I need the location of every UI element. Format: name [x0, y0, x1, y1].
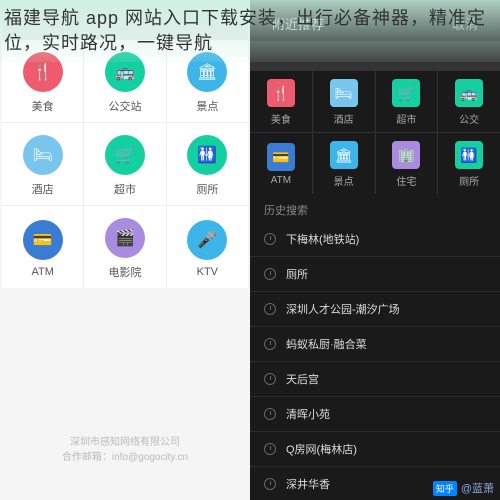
cinema-icon: 🎬 — [105, 218, 145, 258]
clock-icon — [264, 478, 276, 490]
history-title: 历史搜索 — [250, 194, 500, 222]
left-pane: 🍴美食🚌公交站🏛景点🛏酒店🛒超市🚻厕所💳ATM🎬电影院🎤KTV 深圳市感知网络有… — [0, 0, 250, 500]
zhihu-badge: 知乎 — [433, 481, 457, 496]
category-label: 景点 — [334, 173, 354, 188]
history-text: 厕所 — [286, 266, 308, 282]
toilet-icon: 🚻 — [455, 141, 483, 169]
category-label: 公交 — [459, 111, 479, 126]
category-label: 厕所 — [196, 181, 218, 197]
bus-icon: 🚌 — [455, 79, 483, 107]
food-icon: 🍴 — [267, 79, 295, 107]
category-label: 住宅 — [396, 173, 416, 188]
history-text: 下梅林(地铁站) — [286, 231, 359, 247]
category-label: ATM — [31, 266, 53, 278]
clock-icon — [264, 443, 276, 455]
category-food[interactable]: 🍴 美食 — [250, 71, 312, 132]
company-name: 深圳市感知网络有限公司 — [0, 435, 250, 450]
category-toilet[interactable]: 🚻 厕所 — [167, 123, 248, 205]
history-item[interactable]: Q房网(梅林店) — [250, 432, 500, 467]
history-text: 蚂蚁私厨·融合菜 — [286, 336, 367, 352]
sight-icon: 🏛 — [330, 141, 358, 169]
right-pane: 附近推荐 取消 🍴美食🛏酒店🛒超市🚌公交💳ATM🏛景点🏢住宅🚻厕所 历史搜索 下… — [250, 0, 500, 500]
category-hotel[interactable]: 🛏 酒店 — [313, 71, 375, 132]
category-residence[interactable]: 🏢 住宅 — [376, 133, 438, 194]
category-atm[interactable]: 💳 ATM — [250, 133, 312, 194]
contact-email: 合作邮箱：info@gogocity.cn — [0, 450, 250, 465]
category-sight[interactable]: 🏛 景点 — [313, 133, 375, 194]
clock-icon — [264, 233, 276, 245]
clock-icon — [264, 303, 276, 315]
clock-icon — [264, 268, 276, 280]
atm-icon: 💳 — [267, 143, 295, 171]
clock-icon — [264, 408, 276, 420]
footer-info: 深圳市感知网络有限公司 合作邮箱：info@gogocity.cn — [0, 435, 250, 465]
attribution: 知乎 @蓝萧 — [433, 480, 494, 496]
category-label: 超市 — [114, 181, 136, 197]
author-name: @蓝萧 — [461, 480, 494, 496]
category-market[interactable]: 🛒 超市 — [84, 123, 165, 205]
history-text: Q房网(梅林店) — [286, 441, 357, 457]
category-label: 景点 — [196, 98, 218, 114]
clock-icon — [264, 373, 276, 385]
screenshot-container: 🍴 美食 🚌 公交站 🏛 景点 🛏 酒店 🛒 超市 🚻 厕所 💳 ATM 🎬 电影院 🎤 KTV 深圳市感知网络有… — [0, 0, 500, 500]
category-atm[interactable]: 💳 ATM — [2, 206, 83, 288]
market-icon: 🛒 — [105, 135, 145, 175]
history-item[interactable]: 蚂蚁私厨·融合菜 — [250, 327, 500, 362]
history-item[interactable]: 天后宫 — [250, 362, 500, 397]
category-label: 厕所 — [459, 173, 479, 188]
category-cinema[interactable]: 🎬 电影院 — [84, 206, 165, 288]
toilet-icon: 🚻 — [187, 135, 227, 175]
history-list: 下梅林(地铁站) 厕所深圳人才公园-潮汐广场蚂蚁私厨·融合菜天后宫清晖小苑 Q房网(… — [250, 222, 500, 500]
history-text: 清晖小苑 — [286, 406, 330, 422]
category-ktv[interactable]: 🎤 KTV — [167, 206, 248, 288]
category-label: 酒店 — [32, 181, 54, 197]
history-item[interactable]: 清晖小苑 — [250, 397, 500, 432]
category-label: KTV — [197, 266, 218, 278]
category-label: 超市 — [396, 111, 416, 126]
category-hotel[interactable]: 🛏 酒店 — [2, 123, 83, 205]
residence-icon: 🏢 — [392, 141, 420, 169]
category-label: 酒店 — [334, 111, 354, 126]
hotel-icon: 🛏 — [23, 135, 63, 175]
history-item[interactable]: 厕所 — [250, 257, 500, 292]
history-item[interactable]: 深圳人才公园-潮汐广场 — [250, 292, 500, 327]
category-label: 公交站 — [108, 98, 141, 114]
clock-icon — [264, 338, 276, 350]
history-item[interactable]: 下梅林(地铁站) — [250, 222, 500, 257]
history-text: 深圳人才公园-潮汐广场 — [286, 301, 400, 317]
history-text: 深井华香 — [286, 476, 330, 492]
category-toilet[interactable]: 🚻 厕所 — [438, 133, 500, 194]
market-icon: 🛒 — [392, 79, 420, 107]
category-label: 美食 — [271, 111, 291, 126]
category-label: ATM — [271, 175, 291, 186]
category-label: 美食 — [32, 98, 54, 114]
category-label: 电影院 — [108, 264, 141, 280]
category-bus[interactable]: 🚌 公交 — [438, 71, 500, 132]
category-grid-right: 🍴 美食 🛏 酒店 🛒 超市 🚌 公交 💳 ATM 🏛 景点 🏢 住宅 🚻 厕所 — [250, 41, 500, 194]
ktv-icon: 🎤 — [187, 220, 227, 260]
article-headline: 福建导航 app 网站入口下载安装，出行必备神器，精准定位，实时路况，一键导航 — [0, 0, 500, 62]
category-market[interactable]: 🛒 超市 — [376, 71, 438, 132]
hotel-icon: 🛏 — [330, 79, 358, 107]
atm-icon: 💳 — [23, 220, 63, 260]
history-text: 天后宫 — [286, 371, 319, 387]
